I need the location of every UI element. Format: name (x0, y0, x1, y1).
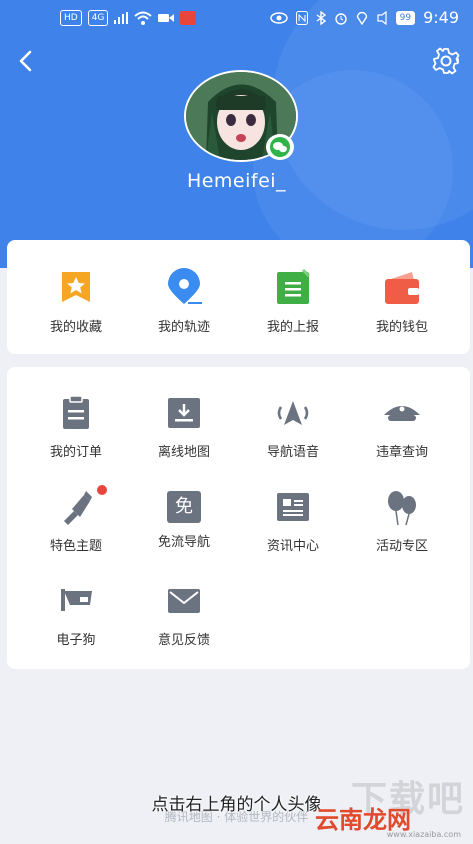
username: Hemeifei_ (186, 170, 287, 192)
envelope-icon (168, 589, 200, 613)
wallet-icon (385, 272, 419, 304)
network-indicator: 4G (87, 10, 109, 26)
speed-camera-icon (61, 589, 92, 611)
quick-action-label: 我的钱包 (375, 320, 428, 335)
mute-icon (377, 10, 387, 25)
service-label: 电子狗 (56, 633, 96, 648)
balloons-icon (388, 491, 416, 526)
quick-action-tracks[interactable]: 我的轨迹 (129, 268, 239, 335)
service-events-zone[interactable]: 活动专区 (347, 487, 457, 554)
download-tray-icon (168, 398, 200, 428)
profile-header: HD 4G 99 9:49 Hemeifei_ (0, 0, 473, 268)
service-speed-camera[interactable]: 电子狗 (21, 581, 131, 648)
video-record-icon (158, 14, 175, 22)
order-clipboard-icon (63, 395, 89, 429)
service-free-data-navigation[interactable]: 免 免流导航 (129, 487, 239, 550)
service-violation-query[interactable]: 违章查询 (347, 393, 457, 460)
service-offline-map[interactable]: 离线地图 (129, 393, 239, 460)
watermark: 下载吧 云南龙网 www.xiazaiba.com (315, 770, 465, 840)
notification-badge (97, 485, 107, 495)
service-label: 违章查询 (375, 445, 428, 460)
service-navigation-voice[interactable]: 导航语音 (238, 393, 348, 460)
wifi-icon (134, 11, 153, 25)
settings-gear-icon[interactable] (431, 46, 461, 76)
free-data-icon: 免 (167, 491, 201, 523)
signal-icon (114, 12, 129, 24)
service-label: 导航语音 (266, 445, 319, 460)
police-cap-icon (384, 406, 420, 421)
nfc-icon (295, 10, 308, 25)
quick-action-wallet[interactable]: 我的钱包 (347, 268, 457, 335)
location-status-icon (356, 11, 367, 25)
service-label: 我的订单 (49, 445, 102, 460)
service-label: 意见反馈 (157, 633, 210, 648)
service-feedback[interactable]: 意见反馈 (129, 581, 239, 648)
alarm-icon (334, 12, 347, 25)
quick-action-reports[interactable]: 我的上报 (238, 268, 348, 335)
service-label: 免流导航 (157, 535, 210, 550)
services-card: 我的订单 离线地图 导航语音 违章查询 特色主题 免 免流导航 资讯中心 活动专… (7, 367, 470, 669)
service-label: 资讯中心 (266, 539, 319, 554)
mic-recording-icon (180, 11, 197, 25)
service-label: 离线地图 (157, 445, 210, 460)
navigation-voice-icon (277, 401, 309, 425)
watermark-url: www.xiazaiba.com (386, 830, 461, 839)
quick-action-label: 我的上报 (266, 320, 319, 335)
eye-icon (269, 11, 288, 24)
back-arrow-icon[interactable] (14, 48, 40, 74)
quick-action-label: 我的轨迹 (157, 320, 210, 335)
news-icon (277, 493, 309, 521)
star-bookmark-icon (62, 272, 90, 302)
wechat-login-badge (266, 134, 294, 160)
clock: 9:49 (423, 8, 459, 27)
service-my-orders[interactable]: 我的订单 (21, 393, 131, 460)
service-themes[interactable]: 特色主题 (21, 485, 131, 554)
location-pin-icon (168, 268, 202, 304)
service-news-center[interactable]: 资讯中心 (238, 487, 348, 554)
quick-actions-card: 我的收藏 我的轨迹 我的上报 我的钱包 (7, 240, 470, 354)
service-label: 活动专区 (375, 539, 428, 554)
wechat-icon (270, 137, 290, 157)
hd-indicator: HD (60, 10, 82, 26)
bluetooth-icon (316, 10, 326, 25)
paint-brush-icon (64, 491, 92, 525)
status-bar: HD 4G 99 9:49 (0, 0, 473, 40)
quick-action-label: 我的收藏 (49, 320, 102, 335)
battery-indicator: 99 (395, 10, 416, 25)
report-note-icon (277, 268, 311, 304)
quick-action-favorites[interactable]: 我的收藏 (21, 268, 131, 335)
service-label: 特色主题 (49, 539, 102, 554)
